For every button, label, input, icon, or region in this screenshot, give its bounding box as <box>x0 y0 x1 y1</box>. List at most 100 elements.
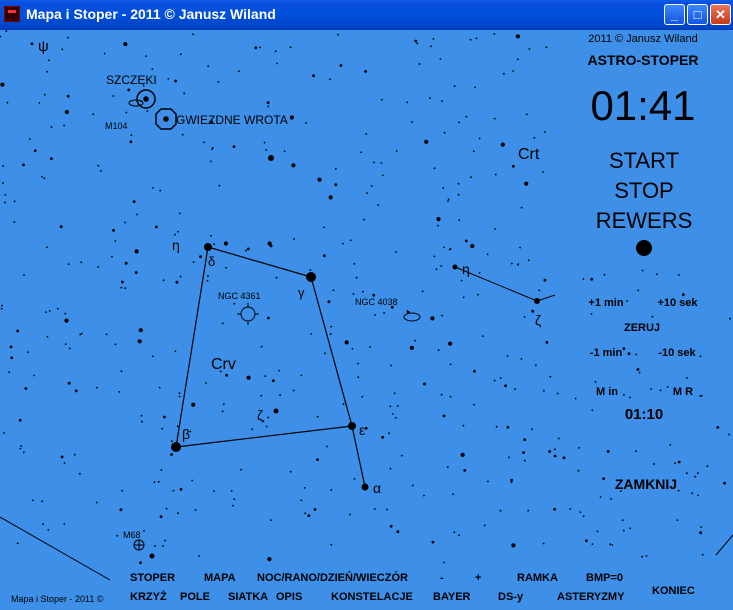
menu-siatka[interactable]: SIATKA <box>228 591 268 603</box>
menu-mapa[interactable]: MAPA <box>204 572 236 584</box>
background-star <box>448 248 451 251</box>
minus-1-min-button[interactable]: -1 min <box>582 347 630 359</box>
background-star <box>691 492 694 495</box>
background-star <box>365 133 368 135</box>
background-star <box>545 341 549 344</box>
background-star <box>440 265 443 267</box>
background-star <box>381 98 383 101</box>
background-star <box>20 445 23 447</box>
background-star <box>609 543 612 546</box>
rewers-button[interactable]: REWERS <box>574 208 714 234</box>
background-star <box>349 239 352 242</box>
background-star <box>134 249 139 254</box>
crater-lines <box>454 266 556 302</box>
background-star <box>594 380 597 383</box>
background-star <box>520 206 523 209</box>
background-star <box>542 171 544 174</box>
background-star <box>414 39 418 43</box>
star-eta-crt <box>452 264 458 270</box>
menu-opis[interactable]: OPIS <box>276 591 302 603</box>
background-star <box>582 278 585 280</box>
background-star <box>603 273 606 276</box>
background-star <box>406 101 409 104</box>
background-star <box>462 296 465 299</box>
label-crv: Crv <box>211 356 236 373</box>
menu-ramka[interactable]: RAMKA <box>517 572 558 584</box>
m-r-button[interactable]: M R <box>663 386 703 398</box>
background-star <box>694 475 697 478</box>
background-star <box>165 507 168 510</box>
background-star <box>651 315 654 318</box>
background-star <box>381 174 384 177</box>
background-star <box>506 355 509 357</box>
background-star <box>409 345 414 350</box>
background-star <box>362 290 364 293</box>
background-star <box>121 280 124 284</box>
background-star <box>470 176 472 179</box>
corvus-lines <box>175 246 366 488</box>
background-star <box>418 63 421 65</box>
m-in-button[interactable]: M in <box>587 386 627 398</box>
minimize-button[interactable]: _ <box>664 4 685 25</box>
minus-10-sek-button[interactable]: -10 sek <box>651 347 703 359</box>
line-epsilon-beta <box>175 425 353 448</box>
background-star <box>610 498 612 500</box>
menu-konstelacje[interactable]: KONSTELACJE <box>331 591 413 603</box>
menu-plus[interactable]: + <box>475 572 481 584</box>
background-star <box>303 487 306 489</box>
background-star <box>324 352 326 355</box>
plus-1-min-button[interactable]: +1 min <box>581 297 631 309</box>
zeruj-button[interactable]: ZERUJ <box>618 322 666 334</box>
background-star <box>395 251 397 253</box>
background-star <box>64 343 67 345</box>
background-star <box>339 64 343 67</box>
title-bar[interactable]: Mapa i Stoper - 2011 © Janusz Wiland _ □… <box>0 0 733 30</box>
background-star <box>531 428 533 431</box>
menu-stoper[interactable]: STOPER <box>130 572 175 584</box>
menu-asteryzmy[interactable]: ASTERYZMY <box>557 591 624 603</box>
background-star <box>141 420 143 423</box>
background-star <box>342 242 344 245</box>
background-star <box>494 173 497 176</box>
background-star <box>446 466 449 469</box>
background-star <box>124 287 127 290</box>
background-star <box>414 339 416 342</box>
background-star <box>209 160 212 163</box>
background-star <box>334 183 338 187</box>
background-star <box>519 246 521 249</box>
ngc4038-marker <box>403 312 421 322</box>
plus-10-sek-button[interactable]: +10 sek <box>650 297 705 309</box>
background-star <box>50 126 53 128</box>
menu-ds-y[interactable]: DS-y <box>498 591 523 603</box>
close-button[interactable]: ✕ <box>710 4 731 25</box>
background-star <box>478 137 481 140</box>
background-star <box>508 456 510 459</box>
background-star <box>337 33 339 36</box>
background-star <box>3 432 5 434</box>
label-zeta-crv: ζ <box>257 407 264 423</box>
menu-koniec[interactable]: KONIEC <box>652 585 695 597</box>
maximize-button[interactable]: □ <box>687 4 708 25</box>
background-star <box>232 145 236 148</box>
background-star <box>162 279 165 282</box>
start-button[interactable]: START <box>574 148 714 174</box>
background-star <box>696 472 699 475</box>
menu-bmp[interactable]: BMP=0 <box>586 572 623 584</box>
background-star <box>432 38 435 40</box>
background-star <box>33 149 37 153</box>
background-star <box>225 266 227 269</box>
background-star <box>246 247 250 251</box>
menu-krzyz[interactable]: KRZYŻ <box>130 591 167 603</box>
background-star <box>50 157 53 161</box>
background-star <box>381 435 384 439</box>
background-star <box>265 425 268 428</box>
background-star <box>723 481 726 485</box>
menu-bayer[interactable]: BAYER <box>433 591 471 603</box>
zamknij-button[interactable]: ZAMKNIJ <box>598 476 694 492</box>
menu-minus[interactable]: - <box>440 572 444 584</box>
background-star <box>207 275 209 278</box>
background-star <box>95 501 98 504</box>
menu-pole[interactable]: POLE <box>180 591 210 603</box>
stop-button[interactable]: STOP <box>574 178 714 204</box>
menu-noc-rano-dzien-wieczor[interactable]: NOC/RANO/DZIEŃ/WIECZÓR <box>257 572 408 584</box>
